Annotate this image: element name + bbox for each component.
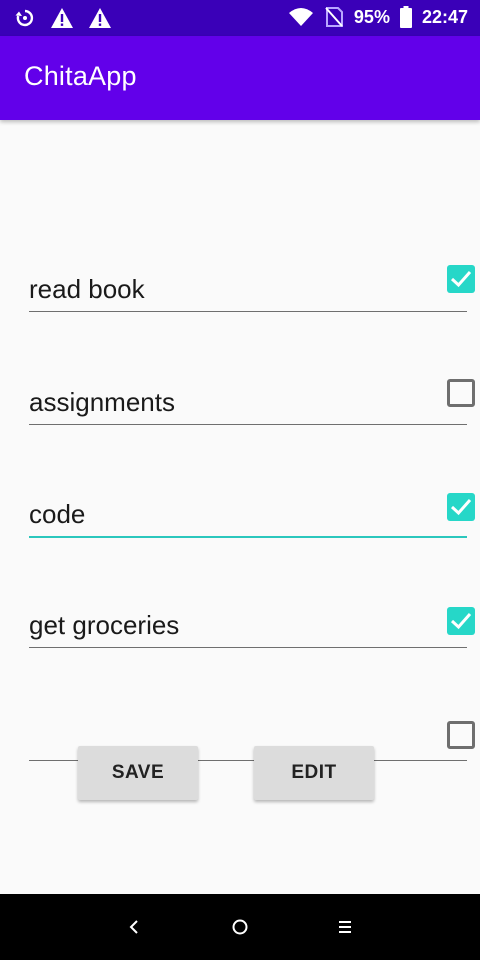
status-bar: 95% 22:47 [0,0,480,36]
back-icon[interactable] [122,915,146,939]
task-text-field[interactable]: code [29,494,467,538]
wifi-icon [288,7,314,27]
checkmark-icon [450,613,472,630]
recents-icon[interactable] [333,915,357,939]
home-icon[interactable] [228,915,252,939]
battery-icon [399,6,412,28]
edit-button[interactable]: EDIT [254,746,374,800]
task-text: get groceries [29,610,180,640]
app-bar: ChitaApp [0,36,480,120]
checkmark-icon [450,271,472,288]
app-title: ChitaApp [24,61,137,91]
task-text: assignments [29,387,175,417]
task-text: read book [29,274,145,304]
status-bar-right: 95% 22:47 [288,6,468,28]
task-text-field[interactable]: assignments [29,381,467,425]
warning-icon [88,7,112,29]
task-text-field[interactable]: get groceries [29,604,467,648]
battery-percentage: 95% [353,6,390,27]
task-checkbox[interactable] [447,379,475,407]
no-signal-icon [324,6,344,28]
navigation-bar [0,894,480,960]
clock: 22:47 [421,6,468,27]
save-button[interactable]: SAVE [78,746,198,800]
task-checkbox[interactable] [447,265,475,293]
task-text: code [29,499,86,529]
status-bar-left-icons [14,7,112,29]
task-checkbox[interactable] [447,721,475,749]
task-text-field[interactable]: read book [29,268,467,312]
task-checkbox[interactable] [447,607,475,635]
task-checkbox[interactable] [447,493,475,521]
checkmark-icon [450,499,472,516]
warning-icon [50,7,74,29]
sync-icon [14,7,36,29]
